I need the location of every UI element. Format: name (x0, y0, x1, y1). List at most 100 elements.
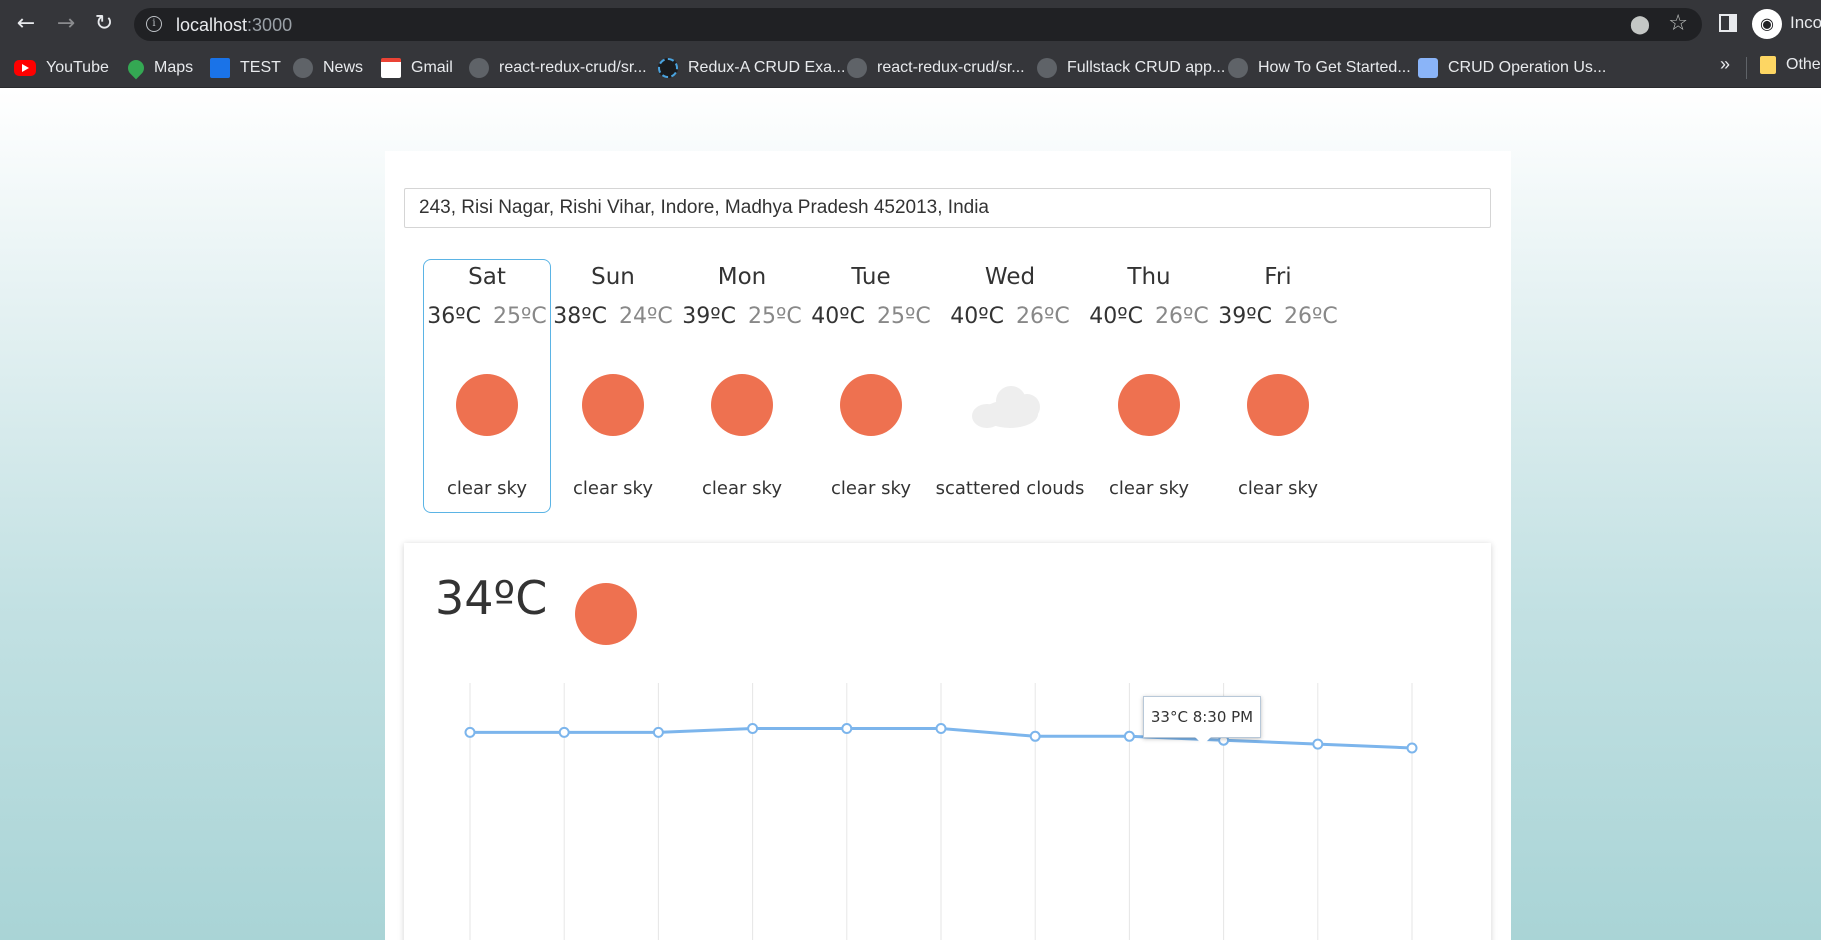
hourly-detail-card: 34ºC 33°C 8:30 PM (404, 543, 1491, 940)
min-temperature: 25ºC (877, 304, 931, 329)
forecast-day-tue[interactable]: Tue 40ºC 25ºC clear sky (807, 259, 935, 513)
bookmark-news[interactable]: News (293, 56, 363, 80)
sun-icon (1247, 374, 1309, 436)
max-temperature: 40ºC (950, 304, 1004, 329)
bookmark-redux-crud-example[interactable]: Redux-A CRUD Exa... (658, 56, 845, 80)
max-temperature: 39ºC (682, 304, 736, 329)
cloud-icon (972, 382, 1048, 428)
address-bar[interactable]: i localhost:3000 ⬤ ☆ (134, 8, 1702, 41)
other-bookmarks-folder[interactable]: Other bookmarks (1760, 56, 1821, 74)
bookmark-label: Redux-A CRUD Exa... (688, 59, 846, 76)
sun-icon (456, 374, 518, 436)
chart-point[interactable] (841, 723, 853, 734)
forecast-day-sun[interactable]: Sun 38ºC 24ºC clear sky (549, 259, 677, 513)
chart-point[interactable] (558, 726, 570, 738)
globe-icon (293, 58, 313, 78)
profile-label[interactable]: Incognito (1790, 13, 1821, 33)
side-panel-icon[interactable] (1719, 14, 1737, 32)
url-text[interactable]: localhost:3000 (176, 15, 292, 36)
url-port: :3000 (247, 15, 293, 35)
current-temperature: 34ºC (435, 571, 548, 625)
max-temperature: 40ºC (1089, 304, 1143, 329)
bookmark-label: Maps (154, 59, 194, 76)
forward-arrow-icon[interactable]: → (52, 10, 80, 38)
max-temperature: 40ºC (811, 304, 865, 329)
folder-icon (1760, 56, 1776, 74)
back-arrow-icon[interactable]: ← (12, 10, 40, 38)
sun-icon (711, 374, 773, 436)
day-name: Sat (468, 264, 506, 290)
bookmark-label: CRUD Operation Us... (1448, 59, 1607, 76)
youtube-icon (14, 60, 36, 76)
chart-tooltip: 33°C 8:30 PM (1143, 696, 1261, 745)
forecast-day-sat[interactable]: Sat 36ºC 25ºC clear sky (423, 259, 551, 513)
bookmark-label: Gmail (411, 59, 453, 76)
day-name: Sun (591, 264, 635, 290)
min-temperature: 26ºC (1284, 304, 1338, 329)
page-viewport: Sat36ºC25ºCclear skySun38ºC24ºCclear sky… (0, 89, 1821, 940)
bookmark-test[interactable]: TEST (210, 56, 281, 80)
bookmark-react-redux-crud-1[interactable]: react-redux-crud/sr... (469, 56, 647, 80)
bookmarks-overflow-button[interactable]: » (1720, 54, 1730, 75)
bookmark-label: News (323, 59, 364, 76)
bookmark-maps[interactable]: Maps (124, 56, 194, 80)
reload-icon[interactable]: ↻ (90, 10, 118, 38)
max-temperature: 36ºC (427, 304, 481, 329)
bookmark-label: react-redux-crud/sr... (877, 59, 1025, 76)
day-name: Thu (1127, 264, 1171, 290)
globe-icon (469, 58, 489, 78)
bookmark-youtube[interactable]: YouTube (14, 56, 109, 80)
maps-icon (124, 56, 148, 80)
hourly-temperature-chart[interactable] (404, 683, 1491, 940)
bookmark-label: TEST (240, 59, 281, 76)
bookmark-label: Fullstack CRUD app... (1067, 59, 1226, 76)
day-name: Wed (984, 264, 1036, 290)
chart-point[interactable] (1312, 738, 1324, 750)
bookmark-label: How To Get Started... (1258, 59, 1411, 76)
forecast-day-thu[interactable]: Thu 40ºC 26ºC clear sky (1085, 259, 1213, 513)
bookmark-fullstack-crud[interactable]: Fullstack CRUD app... (1037, 56, 1225, 80)
chart-point[interactable] (1406, 742, 1418, 754)
bookmark-label: YouTube (46, 59, 109, 76)
forecast-row: Sat 36ºC 25ºC clear sky Sun 38ºC 24ºC clear sky… (385, 259, 1511, 513)
bookmarks-separator (1746, 57, 1747, 79)
weather-app: Sat36ºC25ºCclear skySun38ºC24ºCclear sky… (385, 151, 1511, 940)
sun-icon (575, 583, 637, 645)
globe-icon (1228, 58, 1248, 78)
sxm-icon (210, 58, 230, 78)
max-temperature: 39ºC (1218, 304, 1272, 329)
chart-point[interactable] (1123, 730, 1135, 742)
location-search-input[interactable] (404, 188, 1491, 228)
bookmark-star-icon[interactable]: ☆ (1668, 11, 1688, 36)
chart-point[interactable] (1029, 730, 1041, 742)
url-host: localhost (176, 15, 248, 35)
site-info-icon[interactable]: i (146, 16, 162, 32)
bookmark-how-to-get-started[interactable]: How To Get Started... (1228, 56, 1411, 80)
forecast-day-fri[interactable]: Fri 39ºC 26ºC clear sky (1214, 259, 1342, 513)
day-name: Fri (1264, 264, 1292, 290)
crud-icon (1418, 58, 1438, 78)
day-name: Tue (851, 264, 891, 290)
chart-point[interactable] (747, 723, 759, 734)
bookmarks-bar: YouTube Maps TEST News Gmail react-redux… (0, 48, 1821, 88)
forecast-day-wed[interactable]: Wed 40ºC 26ºC scattered clouds (936, 259, 1085, 513)
redux-icon (658, 58, 678, 78)
folder-label: Other bookmarks (1786, 56, 1821, 73)
weather-description: clear sky (1238, 478, 1318, 499)
bookmark-gmail[interactable]: Gmail (381, 56, 453, 80)
chart-point[interactable] (652, 726, 664, 738)
chart-point[interactable] (935, 723, 947, 734)
forecast-day-mon[interactable]: Mon 39ºC 25ºC clear sky (678, 259, 806, 513)
incognito-icon[interactable]: ◉ (1752, 9, 1782, 39)
globe-icon (1037, 58, 1057, 78)
min-temperature: 26ºC (1016, 304, 1070, 329)
max-temperature: 38ºC (553, 304, 607, 329)
location-pin-icon[interactable]: ⬤ (1630, 14, 1650, 35)
bookmark-react-redux-crud-2[interactable]: react-redux-crud/sr... (847, 56, 1025, 80)
chart-point[interactable] (464, 726, 476, 738)
sun-icon (1118, 374, 1180, 436)
sun-icon (582, 374, 644, 436)
gmail-icon (381, 58, 401, 78)
globe-icon (847, 58, 867, 78)
bookmark-crud-operation[interactable]: CRUD Operation Us... (1418, 56, 1606, 80)
